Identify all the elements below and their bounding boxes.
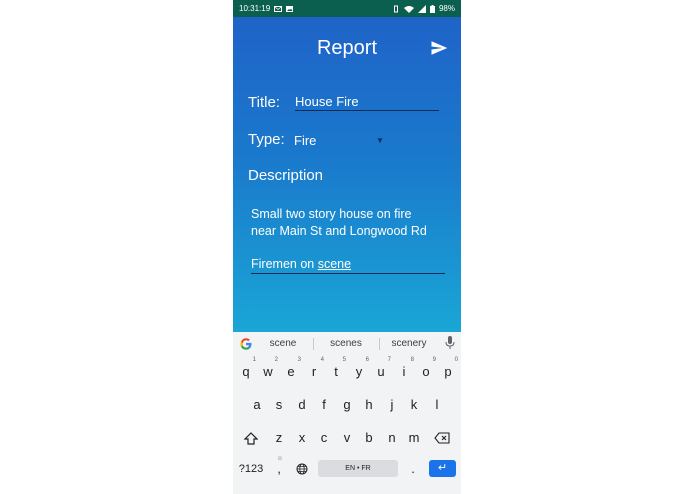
key-y[interactable]: y6 [348, 357, 370, 383]
key-e[interactable]: e3 [280, 357, 302, 383]
emoji-icon: ☺ [276, 456, 283, 462]
key-u[interactable]: u7 [370, 357, 392, 383]
key-a[interactable]: a [246, 394, 268, 416]
wifi-icon [403, 5, 414, 13]
suggestion-1[interactable]: scene [261, 338, 305, 349]
key-o-hint: 9 [432, 357, 436, 363]
vibrate-icon [393, 5, 398, 12]
description-line-2: near Main St and Longwood Rd [251, 224, 427, 238]
key-p-label: p [444, 364, 452, 379]
key-t-label: t [334, 364, 338, 379]
key-q[interactable]: q1 [235, 357, 257, 383]
key-q-hint: 1 [252, 357, 256, 363]
phone-screen: 10:31:19 98% Report Title: House Fire Ty… [233, 0, 461, 494]
key-j[interactable]: j [381, 394, 403, 416]
key-i-label: i [402, 364, 406, 379]
google-icon[interactable] [239, 337, 253, 351]
divider [379, 338, 380, 350]
key-x[interactable]: x [291, 427, 313, 449]
send-icon[interactable] [430, 39, 448, 57]
key-p[interactable]: p0 [437, 357, 459, 383]
key-y-label: y [355, 364, 363, 379]
key-d[interactable]: d [291, 394, 313, 416]
mail-icon [274, 5, 283, 12]
key-p-hint: 0 [454, 357, 458, 363]
key-y-hint: 6 [365, 357, 369, 363]
key-q-label: q [242, 364, 250, 379]
description-field[interactable]: Small two story house on fire near Main … [251, 206, 451, 240]
key-k[interactable]: k [403, 394, 425, 416]
suggestion-bar: scene scenes scenery [233, 332, 461, 356]
signal-icon [417, 4, 426, 13]
key-n[interactable]: n [381, 427, 403, 449]
type-label: Type: [248, 131, 285, 148]
status-time: 10:31:19 [239, 4, 271, 13]
key-s[interactable]: s [268, 394, 290, 416]
description-line-3[interactable]: Firemen on scene [251, 257, 445, 274]
battery-icon [429, 4, 435, 13]
suggestion-2[interactable]: scenes [324, 338, 368, 349]
title-input[interactable]: House Fire [295, 94, 439, 111]
key-t-hint: 5 [342, 357, 346, 363]
description-line-3-prefix: Firemen on [251, 257, 318, 271]
key-m[interactable]: m [403, 427, 425, 449]
key-r-hint: 4 [320, 357, 324, 363]
key-i[interactable]: i8 [393, 357, 415, 383]
key-r[interactable]: r4 [303, 357, 325, 383]
symbols-key[interactable]: ?123 [238, 458, 264, 480]
key-u-label: u [377, 364, 385, 379]
key-z[interactable]: z [268, 427, 290, 449]
chevron-down-icon[interactable]: ▼ [376, 136, 384, 145]
title-label: Title: [248, 94, 280, 111]
key-w-hint: 2 [274, 357, 278, 363]
status-bar: 10:31:19 98% [233, 0, 461, 17]
report-form: Report Title: House Fire Type: Fire ▼ De… [233, 17, 461, 332]
key-l[interactable]: l [426, 394, 448, 416]
suggestion-3[interactable]: scenery [387, 338, 431, 349]
key-u-hint: 7 [387, 357, 391, 363]
page-title: Report [316, 37, 378, 59]
comma-key-label: , [277, 461, 281, 476]
type-dropdown[interactable]: Fire [294, 133, 316, 148]
battery-percent: 98% [438, 4, 455, 13]
microphone-icon[interactable] [445, 336, 455, 350]
key-v[interactable]: v [336, 427, 358, 449]
key-e-hint: 3 [297, 357, 301, 363]
key-w-label: w [263, 364, 273, 379]
key-b[interactable]: b [358, 427, 380, 449]
period-key[interactable]: . [404, 458, 422, 480]
key-o[interactable]: o9 [415, 357, 437, 383]
enter-key[interactable]: ↵ [429, 460, 456, 477]
globe-icon[interactable] [296, 463, 308, 475]
description-line-1: Small two story house on fire [251, 207, 412, 221]
backspace-icon[interactable] [434, 432, 450, 444]
keyboard: scene scenes scenery q1 w2 e3 r4 t5 y6 u… [233, 332, 461, 494]
space-bar[interactable]: EN • FR [318, 460, 398, 477]
key-i-hint: 8 [410, 357, 414, 363]
key-c[interactable]: c [313, 427, 335, 449]
key-w[interactable]: w2 [257, 357, 279, 383]
divider [313, 338, 314, 350]
key-t[interactable]: t5 [325, 357, 347, 383]
key-g[interactable]: g [336, 394, 358, 416]
key-f[interactable]: f [313, 394, 335, 416]
key-h[interactable]: h [358, 394, 380, 416]
comma-key[interactable]: , ☺ [269, 456, 289, 480]
key-r-label: r [311, 364, 317, 379]
enter-icon: ↵ [437, 462, 448, 474]
description-label: Description [248, 167, 324, 184]
shift-icon[interactable] [244, 432, 258, 445]
key-o-label: o [422, 364, 430, 379]
image-icon [286, 5, 294, 12]
key-e-label: e [287, 364, 295, 379]
composing-word: scene [317, 257, 352, 271]
